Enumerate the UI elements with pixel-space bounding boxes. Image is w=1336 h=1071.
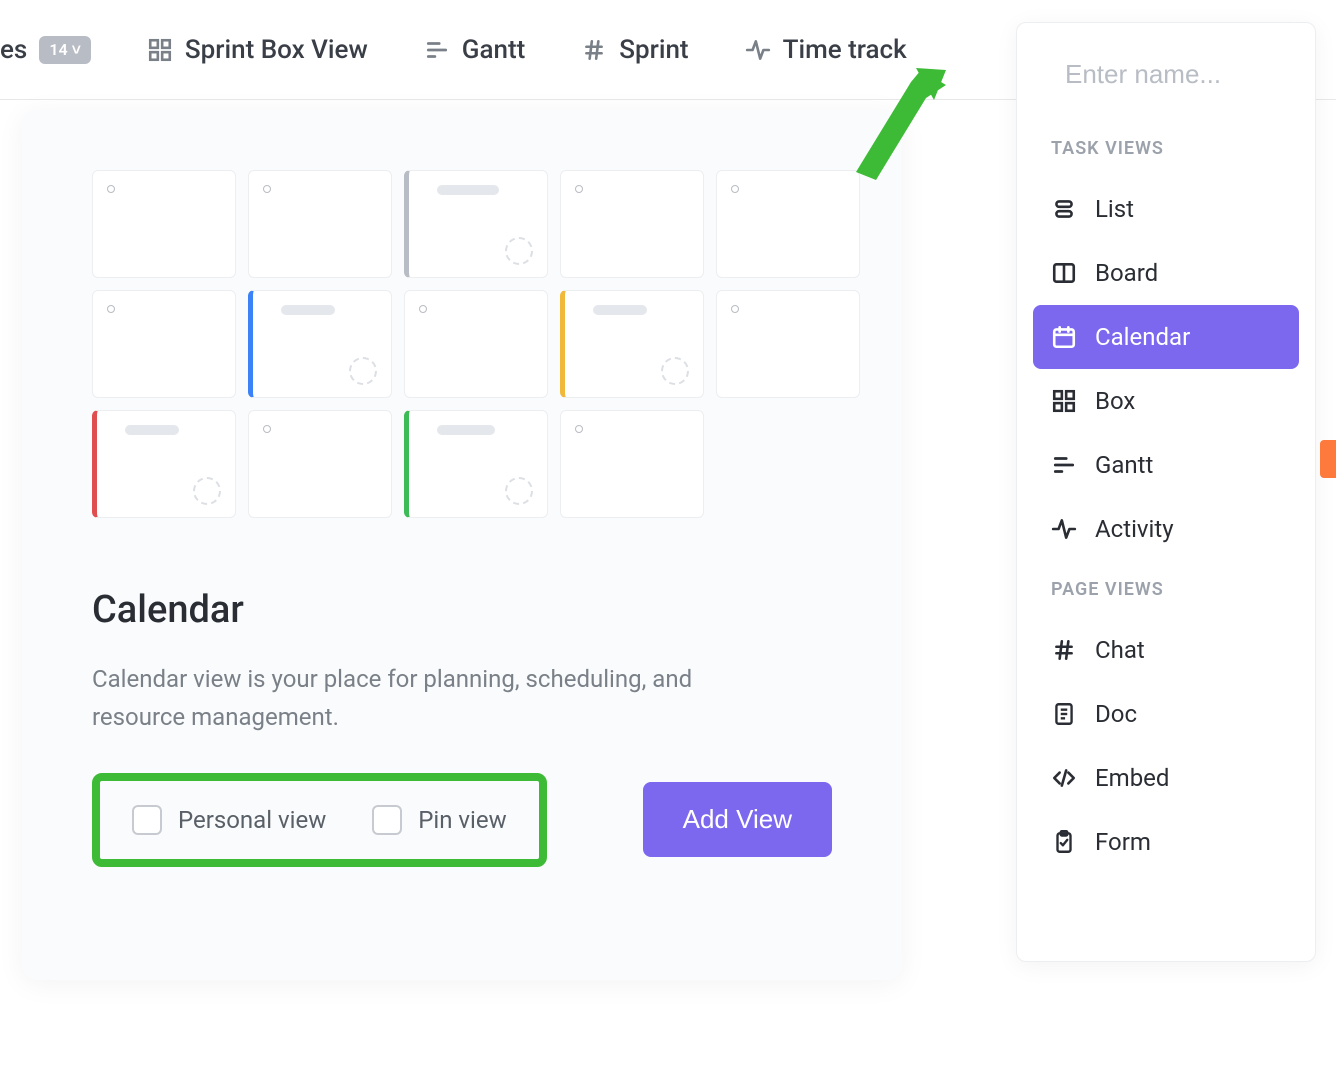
personal-view-option[interactable]: Personal view — [132, 805, 326, 835]
view-name-input[interactable] — [1065, 59, 1316, 90]
menu-label: Gantt — [1095, 451, 1153, 479]
preview-card — [248, 410, 392, 518]
board-icon — [1051, 260, 1077, 286]
menu-label: List — [1095, 195, 1134, 223]
tab-label: Sprint Box View — [185, 35, 368, 65]
box-grid-icon — [1051, 388, 1077, 414]
preview-card — [248, 170, 392, 278]
page-views-header: PAGE VIEWS — [1033, 561, 1299, 618]
preview-card — [404, 410, 548, 518]
box-grid-icon — [147, 37, 173, 63]
doc-icon — [1051, 701, 1077, 727]
tab-truncated[interactable]: es 14 ˅ — [0, 35, 91, 65]
checkbox-icon[interactable] — [132, 805, 162, 835]
view-option-box[interactable]: Box — [1033, 369, 1299, 433]
view-name-row — [1033, 59, 1299, 120]
view-option-activity[interactable]: Activity — [1033, 497, 1299, 561]
option-label: Pin view — [418, 806, 506, 834]
preview-card — [560, 170, 704, 278]
clipboard-icon — [1051, 829, 1077, 855]
tab-label: Sprint — [619, 35, 688, 65]
edge-indicator — [1320, 440, 1336, 478]
pin-view-option[interactable]: Pin view — [372, 805, 506, 835]
preview-card — [404, 170, 548, 278]
preview-card — [404, 290, 548, 398]
hash-icon — [1051, 637, 1077, 663]
tab-label: Time track — [783, 35, 907, 65]
preview-card — [92, 170, 236, 278]
gantt-icon — [1051, 452, 1077, 478]
view-option-chat[interactable]: Chat — [1033, 618, 1299, 682]
view-title: Calendar — [92, 588, 832, 632]
menu-label: Board — [1095, 259, 1158, 287]
option-label: Personal view — [178, 806, 326, 834]
modal-footer: Personal view Pin view Add View — [92, 773, 832, 867]
preview-card — [248, 290, 392, 398]
list-icon — [1051, 196, 1077, 222]
menu-label: Form — [1095, 828, 1151, 856]
calendar-preview — [92, 170, 832, 518]
menu-label: Doc — [1095, 700, 1137, 728]
tab-truncated-label: es — [0, 35, 27, 65]
add-view-modal: Calendar Calendar view is your place for… — [22, 110, 902, 980]
tab-time-tracking[interactable]: Time track — [745, 35, 907, 65]
task-views-header: TASK VIEWS — [1033, 120, 1299, 177]
activity-icon — [1051, 516, 1077, 542]
menu-label: Box — [1095, 387, 1135, 415]
hash-icon — [581, 37, 607, 63]
view-option-board[interactable]: Board — [1033, 241, 1299, 305]
activity-icon — [745, 37, 771, 63]
preview-card — [92, 410, 236, 518]
view-option-list[interactable]: List — [1033, 177, 1299, 241]
count-badge[interactable]: 14 ˅ — [39, 36, 91, 64]
view-option-calendar[interactable]: Calendar — [1033, 305, 1299, 369]
view-description: Calendar view is your place for planning… — [92, 660, 772, 737]
menu-label: Chat — [1095, 636, 1145, 664]
menu-label: Activity — [1095, 515, 1174, 543]
code-icon — [1051, 765, 1077, 791]
options-highlight: Personal view Pin view — [92, 773, 547, 867]
view-option-embed[interactable]: Embed — [1033, 746, 1299, 810]
tab-label: Gantt — [462, 35, 526, 65]
preview-card — [560, 290, 704, 398]
preview-card — [560, 410, 704, 518]
gantt-icon — [424, 37, 450, 63]
add-view-button[interactable]: Add View — [643, 782, 832, 857]
view-option-doc[interactable]: Doc — [1033, 682, 1299, 746]
tab-sprint-box-view[interactable]: Sprint Box View — [147, 35, 368, 65]
checkbox-icon[interactable] — [372, 805, 402, 835]
view-option-form[interactable]: Form — [1033, 810, 1299, 874]
view-option-gantt[interactable]: Gantt — [1033, 433, 1299, 497]
tab-gantt[interactable]: Gantt — [424, 35, 526, 65]
preview-card — [92, 290, 236, 398]
preview-card — [716, 170, 860, 278]
preview-card — [716, 290, 860, 398]
calendar-icon — [1051, 324, 1077, 350]
menu-label: Embed — [1095, 764, 1169, 792]
menu-label: Calendar — [1095, 323, 1190, 351]
view-type-panel: TASK VIEWS List Board Calendar Box Gantt — [1016, 22, 1316, 962]
tab-sprint[interactable]: Sprint — [581, 35, 688, 65]
